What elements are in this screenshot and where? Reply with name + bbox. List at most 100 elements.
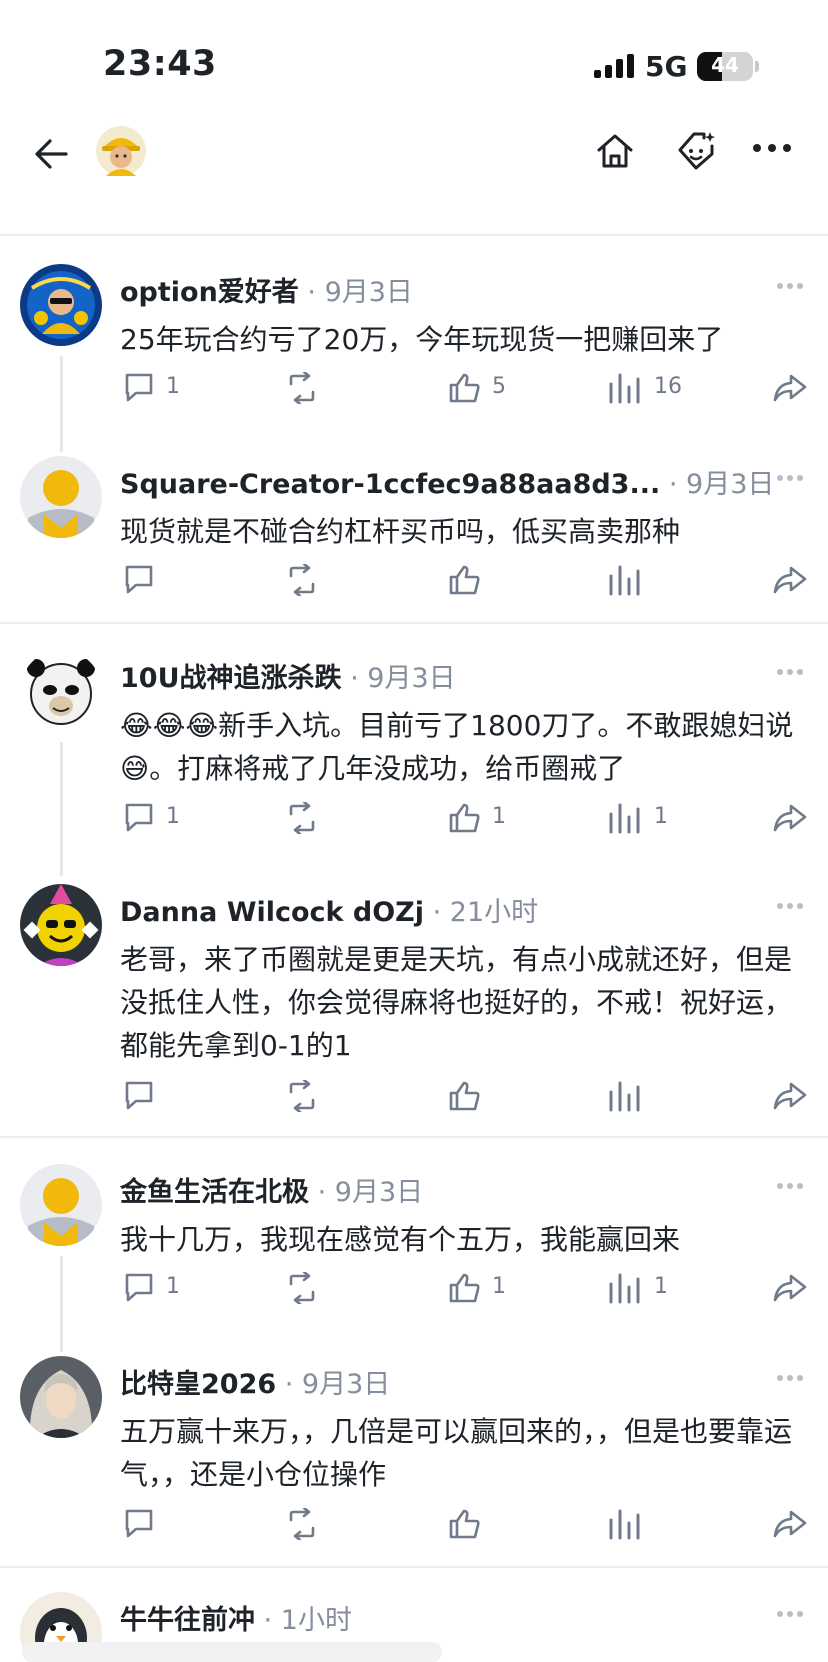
author-name[interactable]: 金鱼生活在北极 (120, 1177, 309, 1208)
author-name[interactable]: 10U战神追涨杀跌 (120, 663, 342, 694)
more-horizontal-icon[interactable] (776, 282, 804, 290)
comment-meta: 牛牛往前冲 · 1小时 (120, 1604, 352, 1638)
comment-text: 老哥，来了币圈就是更是天坑，有点小成就还好，但是没抵住人性，你会觉得麻将也挺好的… (120, 943, 793, 1062)
divider (0, 234, 828, 236)
comment-item[interactable]: Square-Creator-1ccfec9a88aa8d3... · 9月3日… (0, 456, 828, 626)
like-count: 5 (492, 374, 506, 399)
comment-text: 我十几万，我现在感觉有个五万，我能赢回来 (120, 1223, 681, 1256)
comment-item[interactable]: option爱好者 · 9月3日 25年玩合约亏了20万，今年玩现货一把赚回来了… (0, 264, 828, 454)
more-horizontal-icon[interactable] (776, 1610, 804, 1618)
comment-item[interactable]: 10U战神追涨杀跌 · 9月3日 😂😂😂新手入坑。目前亏了1800刀了。不敢跟媳… (0, 650, 828, 876)
separator-dot: · (350, 663, 368, 694)
comment-date: 9月3日 (686, 469, 775, 500)
author-name[interactable]: Danna Wilcock dOZj (120, 897, 424, 928)
profile-avatar[interactable] (96, 126, 146, 176)
separator-dot: · (263, 1605, 281, 1636)
thumbs-up-icon (449, 1273, 480, 1303)
share-icon (773, 804, 807, 832)
reply-count: 1 (166, 374, 180, 399)
separator-dot: · (668, 469, 687, 500)
battery-percent: 44 (711, 53, 739, 77)
comment-item[interactable]: 金鱼生活在北极 · 9月3日 我十几万，我现在感觉有个五万，我能赢回来 1 1 … (0, 1164, 828, 1354)
views-icon (609, 373, 640, 404)
share-icon (773, 1510, 807, 1538)
comment-text: 现货就是不碰合约杠杆买币吗，低买高卖那种 (120, 515, 681, 548)
comment-item[interactable]: Danna Wilcock dOZj · 21小时 老哥，来了币圈就是更是天坑，… (0, 884, 828, 1134)
divider (0, 1136, 828, 1138)
status-time: 23:43 (103, 44, 217, 84)
share-icon (773, 1274, 807, 1302)
comment-meta: Square-Creator-1ccfec9a88aa8d3... · 9月3日 (120, 468, 774, 502)
network-label: 5G (645, 50, 688, 83)
separator-dot: · (432, 897, 450, 928)
comment-item[interactable]: 比特皇2026 · 9月3日 五万赢十来万，，几倍是可以赢回来的，，但是也要靠运… (0, 1356, 828, 1556)
share-icon (773, 1082, 807, 1110)
author-avatar[interactable] (20, 1356, 102, 1438)
view-count: 1 (654, 1274, 668, 1299)
battery-icon: 44 (697, 52, 753, 81)
action-row (0, 1076, 828, 1116)
back-arrow-icon[interactable] (30, 132, 74, 176)
action-row: 1 5 16 (0, 368, 828, 408)
action-row (0, 1504, 828, 1544)
divider (0, 622, 828, 624)
thumbs-up-icon (449, 803, 480, 833)
home-icon[interactable] (594, 130, 636, 172)
comment-date: 9月3日 (367, 663, 456, 694)
comment-meta: Danna Wilcock dOZj · 21小时 (120, 896, 538, 930)
repost-icon (289, 564, 315, 596)
tag-icon[interactable] (674, 128, 718, 172)
thumbs-up-icon (449, 1509, 480, 1539)
action-row: 1 1 1 (0, 798, 828, 838)
comment-icon (125, 373, 153, 402)
like-count: 1 (492, 1274, 506, 1299)
views-icon (609, 803, 640, 834)
top-nav (0, 110, 828, 210)
divider (0, 1566, 828, 1568)
signal-icon (594, 54, 634, 78)
comment-text: 😂😂😂新手入坑。目前亏了1800刀了。不敢跟媳妇说😅。打麻将戒了几年没成功，给币… (120, 709, 794, 785)
comment-meta: 比特皇2026 · 9月3日 (120, 1368, 390, 1402)
views-icon (609, 1273, 640, 1304)
views-icon (609, 565, 640, 596)
reply-input-bar[interactable] (22, 1642, 442, 1662)
comment-date: 1小时 (280, 1605, 352, 1636)
author-avatar[interactable] (20, 884, 102, 966)
more-horizontal-icon[interactable] (776, 1182, 804, 1190)
more-horizontal-icon[interactable] (776, 1374, 804, 1382)
author-avatar[interactable] (20, 456, 102, 538)
comment-icon (125, 803, 153, 832)
view-count: 1 (654, 804, 668, 829)
author-avatar[interactable] (20, 650, 102, 732)
author-name[interactable]: 牛牛往前冲 (120, 1605, 255, 1636)
more-horizontal-icon[interactable] (776, 474, 804, 482)
repost-icon (289, 1508, 315, 1540)
share-icon (773, 566, 807, 594)
author-avatar[interactable] (20, 264, 102, 346)
more-horizontal-icon[interactable] (776, 668, 804, 676)
author-name[interactable]: 比特皇2026 (120, 1369, 276, 1400)
author-avatar[interactable] (20, 1164, 102, 1246)
author-name[interactable]: option爱好者 (120, 277, 299, 308)
comment-meta: 金鱼生活在北极 · 9月3日 (120, 1176, 423, 1210)
like-count: 1 (492, 804, 506, 829)
comment-icon (125, 1273, 153, 1302)
views-icon (609, 1081, 640, 1112)
reply-count: 1 (166, 1274, 180, 1299)
thumbs-up-icon (449, 565, 480, 595)
more-horizontal-icon[interactable] (776, 902, 804, 910)
repost-icon (289, 802, 315, 834)
separator-dot: · (317, 1177, 335, 1208)
views-icon (609, 1509, 640, 1540)
comment-date: 9月3日 (324, 277, 413, 308)
action-row (0, 560, 828, 600)
share-icon (773, 374, 807, 402)
reply-count: 1 (166, 804, 180, 829)
repost-icon (289, 1272, 315, 1304)
more-icon[interactable] (752, 142, 792, 154)
author-name[interactable]: Square-Creator-1ccfec9a88aa8d3... (120, 469, 660, 500)
repost-icon (289, 372, 315, 404)
status-bar: 23:43 5G 44 (0, 0, 828, 110)
comment-date: 21小时 (449, 897, 539, 928)
thumbs-up-icon (449, 373, 480, 403)
